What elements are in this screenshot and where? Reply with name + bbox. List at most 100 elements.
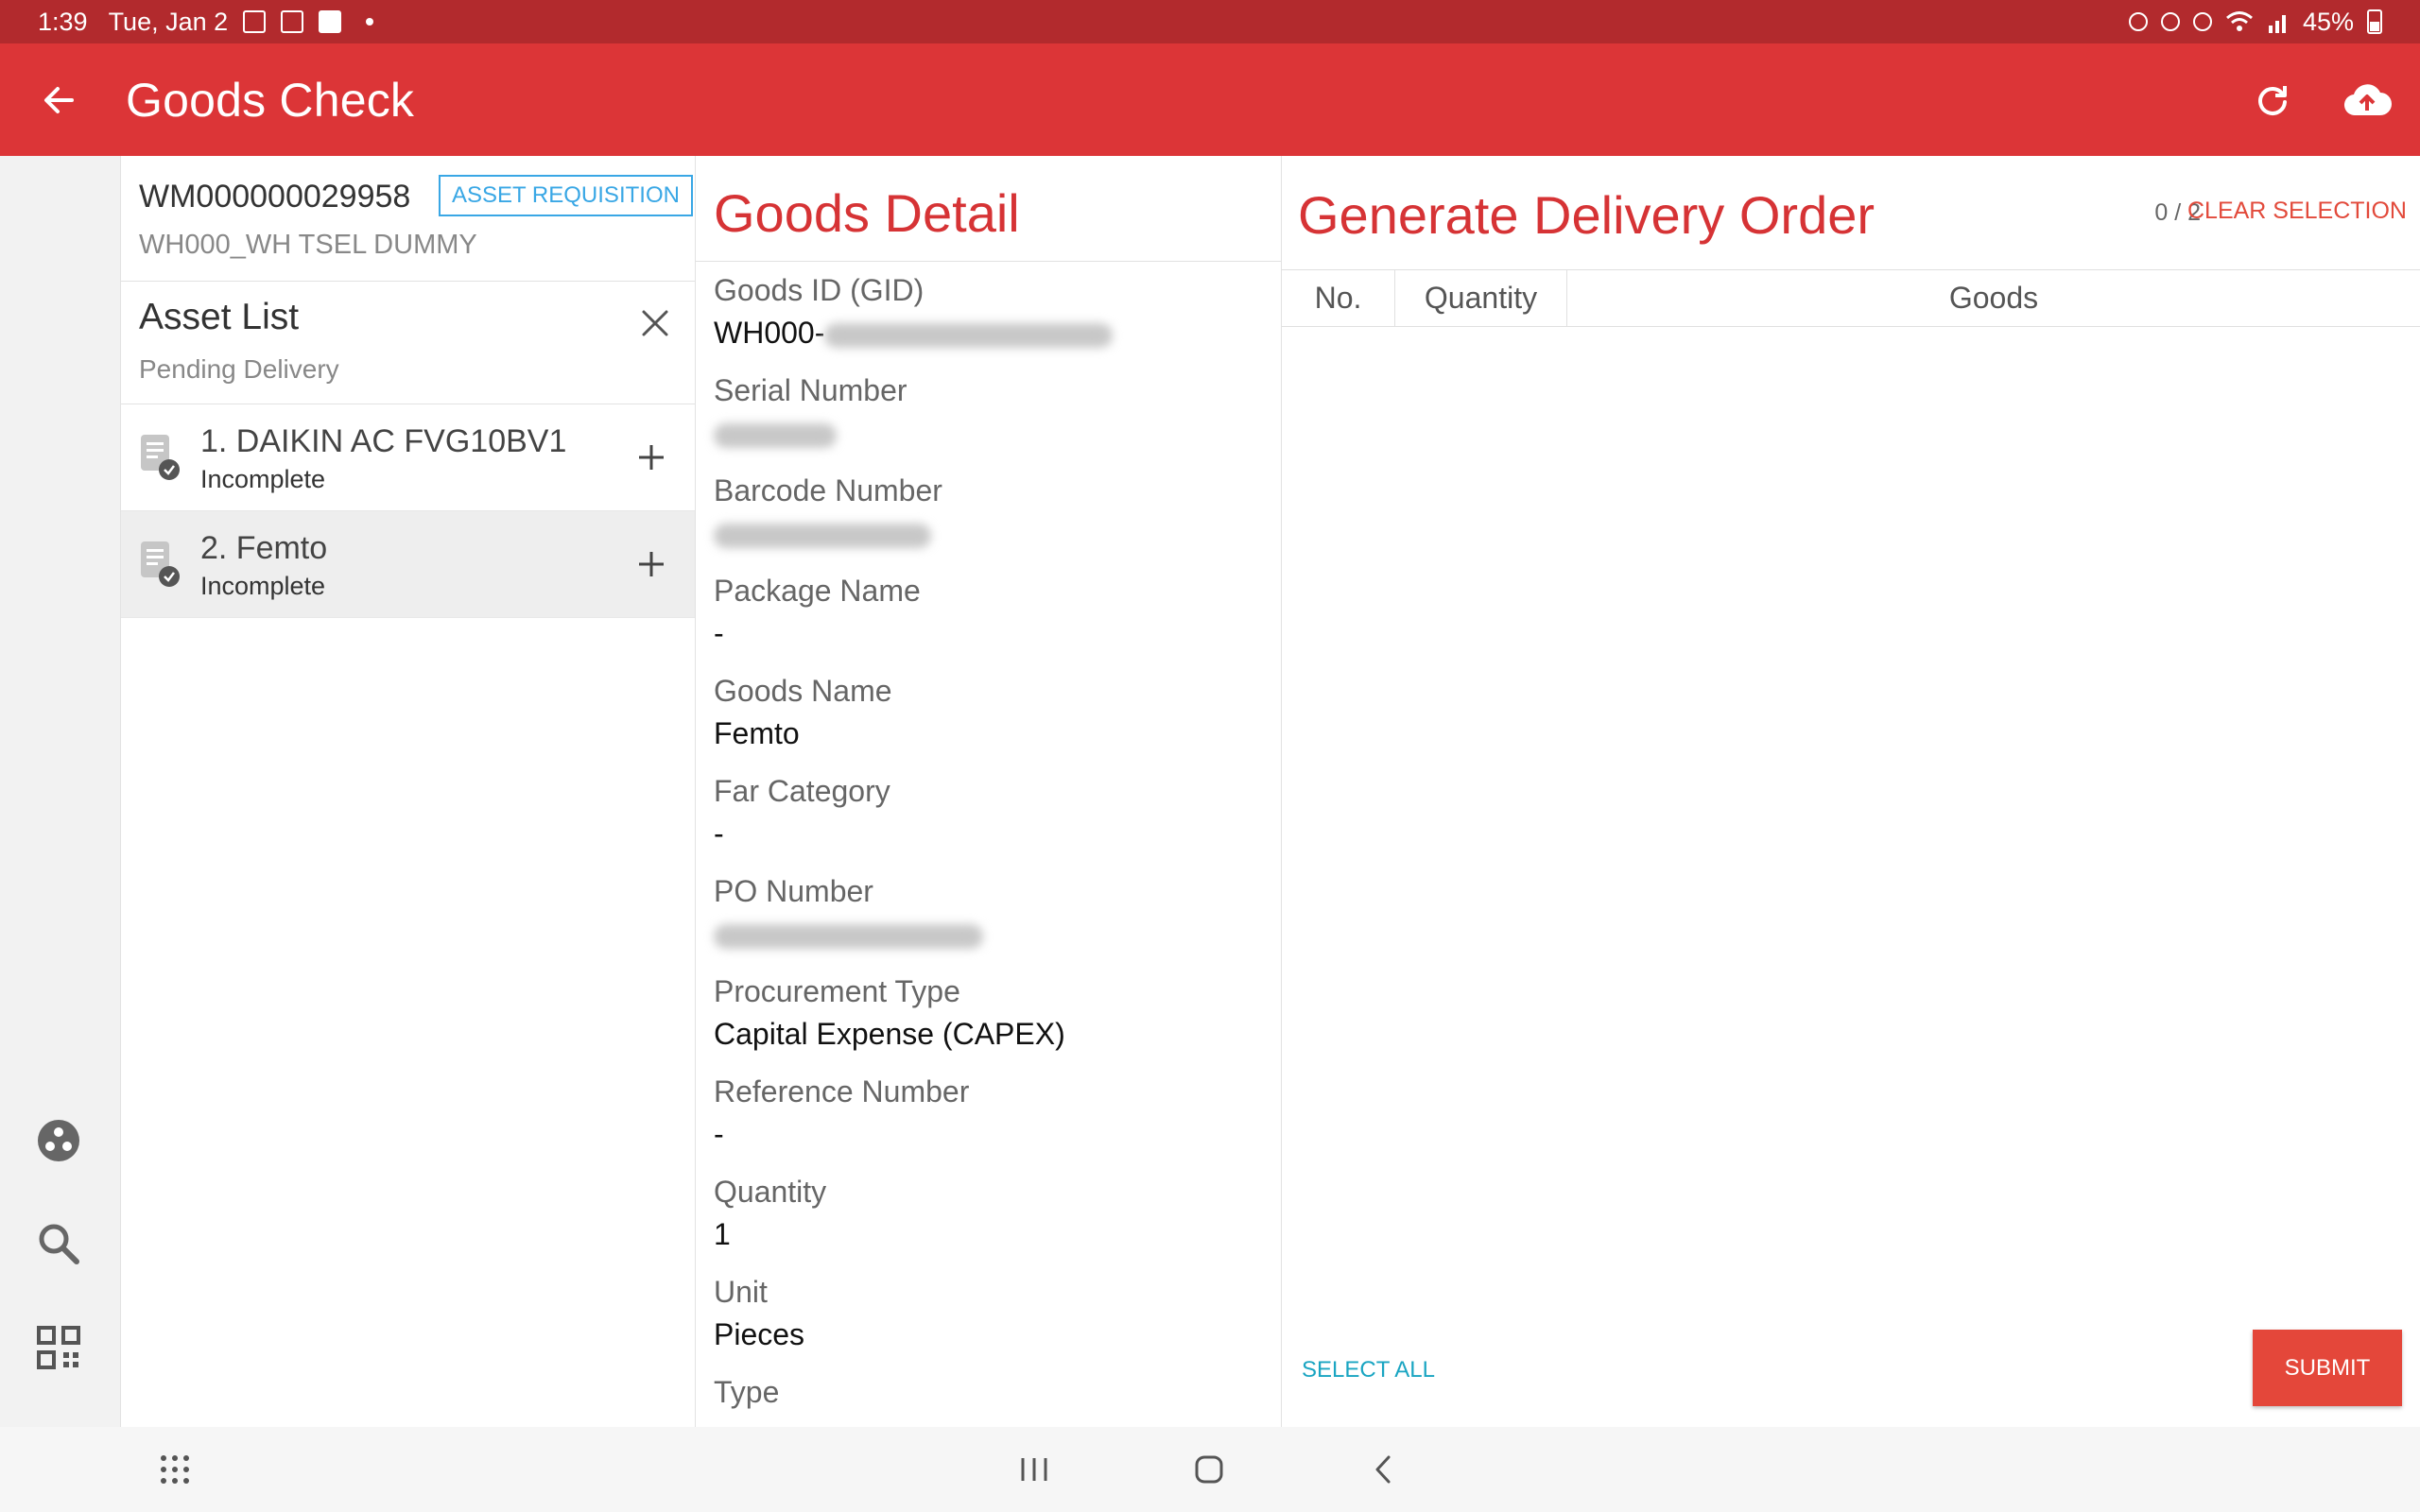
field-value: - [714,1117,724,1151]
field-reference-number: Reference Number - [714,1074,969,1153]
requisition-header: WM000000029958 ASSET REQUISITION WH000_W… [121,156,695,282]
field-value: - [714,616,724,650]
select-all-button[interactable]: SELECT ALL [1302,1357,1435,1383]
field-value: - [714,816,724,850]
field-label: Package Name [714,574,921,608]
divider [696,261,1281,262]
submit-button[interactable]: SUBMIT [2253,1330,2402,1406]
asset-list-item[interactable]: 2. Femto Incomplete [121,511,695,618]
status-time: 1:39 [38,7,88,36]
field-value: Pieces [714,1317,805,1351]
field-label: Far Category [714,774,890,808]
recent-apps-icon [1021,1458,1047,1481]
field-far-category: Far Category - [714,774,890,852]
refresh-icon [2258,85,2287,115]
field-package-name: Package Name - [714,574,921,652]
asset-status: Incomplete [200,465,326,493]
recent-apps-button[interactable] [1011,1446,1058,1493]
gallery-icon [243,10,267,33]
add-asset-button[interactable] [631,437,672,478]
delivery-order-table-header: No. Quantity Goods [1282,269,2420,327]
system-navigation-bar [0,1427,2420,1512]
mute-icon [2160,12,2180,31]
status-right: 45% [2128,7,2382,37]
close-button[interactable] [634,302,676,344]
field-value [714,416,908,452]
app-bar: Goods Check [0,43,2420,156]
apps-grid-button[interactable] [151,1446,199,1493]
asset-status: Incomplete [200,572,326,600]
plus-icon [639,552,664,576]
cloud-upload-icon [2343,83,2392,115]
apps-grid-icon [161,1455,189,1484]
field-value: WH000- [714,316,1114,352]
check-icon [319,10,342,33]
asset-name: 1. DAIKIN AC FVG10BV1 [200,423,567,459]
arrow-back-icon [44,86,74,113]
alarm-icon [2128,12,2148,31]
status-left: 1:39 Tue, Jan 2 [38,7,374,37]
group-icon [38,1120,79,1161]
goods-detail-panel: Goods Detail Goods ID (GID) WH000- Seria… [696,156,1282,1427]
field-quantity: Quantity 1 [714,1175,826,1253]
back-button[interactable] [29,71,88,129]
field-label: Type [714,1375,780,1409]
chevron-left-icon [1375,1455,1391,1484]
search-icon [39,1224,79,1264]
field-po-number: PO Number [714,874,983,953]
redacted-text [824,322,1114,348]
teams-icon [281,10,304,33]
field-value [714,516,942,552]
goods-id-prefix: WH000- [714,316,825,350]
add-asset-button[interactable] [631,543,672,585]
status-bar: 1:39 Tue, Jan 2 45% [0,0,2420,43]
field-label: Serial Number [714,373,908,407]
close-icon [642,310,668,336]
document-check-icon [141,435,180,480]
field-unit: Unit Pieces [714,1275,804,1353]
notification-dot-icon [366,18,374,26]
home-button[interactable] [1185,1446,1233,1493]
field-barcode-number: Barcode Number [714,473,942,552]
field-value: 1 [714,1217,731,1251]
field-label: Procurement Type [714,974,960,1008]
qr-scan-button[interactable] [31,1320,86,1375]
redacted-text [714,923,983,949]
field-value [714,1418,779,1427]
column-header-quantity[interactable]: Quantity [1395,270,1567,326]
asset-list-item[interactable]: 1. DAIKIN AC FVG10BV1 Incomplete [121,404,695,511]
field-goods-name: Goods Name Femto [714,674,892,752]
goods-detail-title: Goods Detail [714,183,1020,243]
field-label: Goods ID (GID) [714,273,925,307]
field-serial-number: Serial Number [714,373,908,452]
asset-list-title: Asset List [139,297,300,337]
plus-icon [639,445,664,470]
refresh-button[interactable] [2244,72,2301,129]
search-button[interactable] [31,1216,86,1271]
field-type: Type [714,1375,779,1427]
requisition-code: WM000000029958 [139,179,411,215]
redacted-text [714,422,837,448]
status-date: Tue, Jan 2 [108,7,229,36]
document-check-icon [141,541,180,587]
field-label: Barcode Number [714,473,942,507]
clear-selection-button[interactable]: CLEAR SELECTION [2187,198,2407,225]
field-label: PO Number [714,874,873,908]
system-back-button[interactable] [1359,1446,1407,1493]
asset-list-subtitle: Pending Delivery [139,354,339,384]
column-header-no[interactable]: No. [1282,270,1395,326]
delivery-order-title: Generate Delivery Order [1298,185,1876,245]
field-label: Reference Number [714,1074,970,1108]
asset-list-header: Asset List Pending Delivery [121,282,695,404]
battery-icon [2367,9,2382,34]
redacted-text [714,523,931,548]
upload-button[interactable] [2339,72,2395,129]
column-header-goods[interactable]: Goods [1567,270,2420,326]
field-label: Quantity [714,1175,827,1209]
battery-percent: 45% [2302,7,2354,36]
group-button[interactable] [31,1113,86,1168]
app-actions [2244,72,2395,129]
field-label: Unit [714,1275,768,1309]
requisition-type-badge: ASSET REQUISITION [439,175,693,216]
wifi-icon [2225,11,2253,31]
